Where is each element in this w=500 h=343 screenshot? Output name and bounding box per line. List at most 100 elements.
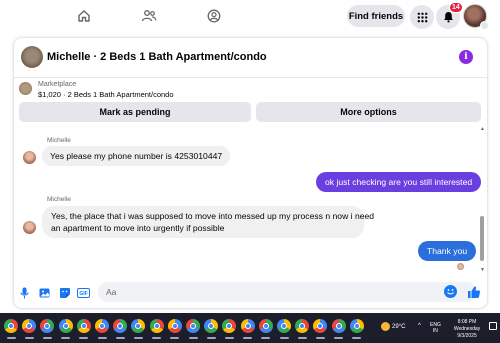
open-window-indicator (206, 337, 216, 339)
info-icon[interactable]: i (459, 50, 473, 64)
open-window-indicator (334, 337, 344, 339)
message-line: an apartment to move into urgently if po… (51, 223, 225, 233)
open-window-indicator (224, 337, 234, 339)
microphone-icon[interactable] (18, 286, 31, 299)
incoming-message: Yes, the place that i was supposed to mo… (42, 206, 374, 238)
app-icon-center (353, 323, 360, 329)
app-icon-center (208, 323, 215, 329)
weather-temperature[interactable]: 29°C (392, 324, 405, 330)
open-window-indicator (133, 337, 143, 339)
find-friends-label: Find friends (348, 10, 404, 22)
listing-detail[interactable]: $1,020 · 2 Beds 1 Bath Apartment/condo (38, 90, 174, 99)
message-composer: GIF Aa (14, 278, 487, 308)
open-window-indicator (243, 337, 253, 339)
message-input-placeholder: Aa (106, 287, 117, 297)
account-caret-icon[interactable] (480, 21, 489, 30)
taskbar-app-icon[interactable] (4, 319, 18, 333)
taskbar-app-icon[interactable] (277, 319, 291, 333)
app-icon-center (26, 323, 33, 329)
more-options-button[interactable]: More options (256, 102, 481, 122)
open-window-indicator (115, 337, 125, 339)
sender-avatar[interactable] (23, 151, 36, 164)
thumbs-up-icon[interactable] (466, 284, 481, 299)
scroll-up-icon[interactable]: ▲ (480, 126, 485, 132)
app-icon-center (135, 323, 142, 329)
taskbar-app-icon[interactable] (76, 319, 91, 333)
gif-icon[interactable]: GIF (77, 286, 90, 299)
weather-icon[interactable] (381, 322, 390, 331)
top-navigation: Find friends 14 (0, 0, 500, 32)
mark-as-pending-button[interactable]: Mark as pending (19, 102, 251, 122)
app-icon-center (62, 323, 69, 329)
taskbar-app-icon[interactable] (22, 319, 37, 333)
taskbar-app-icon[interactable] (149, 319, 164, 333)
app-icon-center (226, 323, 233, 329)
open-window-indicator (24, 337, 34, 339)
taskbar-app-icon[interactable] (113, 319, 128, 333)
app-icon-center (153, 323, 160, 329)
taskbar-app-icon[interactable] (258, 319, 273, 333)
open-window-indicator (42, 337, 52, 339)
open-window-indicator (61, 337, 71, 339)
taskbar-app-icon[interactable] (167, 319, 182, 333)
find-friends-button[interactable]: Find friends (347, 5, 405, 27)
photo-icon[interactable] (38, 286, 51, 299)
open-window-indicator (352, 337, 362, 339)
open-window-indicator (6, 337, 16, 339)
language-indicator[interactable]: ENG IN (430, 322, 441, 334)
app-icon-center (299, 323, 306, 329)
taskbar-app-icon[interactable] (240, 319, 255, 333)
emoji-icon[interactable] (444, 285, 457, 298)
system-clock[interactable]: 8:08 PM Wednesday 9/3/2025 (448, 319, 486, 340)
listing-thumbnail[interactable] (19, 82, 32, 95)
outgoing-message: ok just checking are you still intereste… (316, 172, 482, 192)
windows-taskbar: 29°C ^ ENG IN 8:08 PM Wednesday 9/3/2025 (0, 313, 500, 343)
taskbar-app-icon[interactable] (131, 319, 146, 333)
taskbar-app-icon[interactable] (95, 319, 109, 333)
app-icon-center (8, 323, 14, 329)
open-window-indicator (279, 337, 289, 339)
outgoing-message: Thank you (418, 241, 477, 261)
app-icon-center (317, 323, 324, 329)
chat-title[interactable]: Michelle · 2 Beds 1 Bath Apartment/condo (47, 51, 267, 63)
scroll-down-icon[interactable]: ▼ (480, 267, 485, 273)
taskbar-app-icon[interactable] (331, 319, 346, 333)
sticker-icon[interactable] (58, 286, 71, 299)
friends-icon[interactable] (139, 6, 159, 26)
message-scrollbar[interactable]: ▲ ▼ (479, 126, 485, 276)
taskbar-app-icon[interactable] (313, 319, 328, 333)
clock-date: 9/3/2025 (457, 333, 477, 339)
app-icon-center (244, 323, 251, 329)
chat-header: Michelle · 2 Beds 1 Bath Apartment/condo… (14, 38, 487, 78)
open-window-indicator (152, 337, 162, 339)
app-icon-center (117, 323, 124, 329)
more-options-label: More options (340, 107, 397, 117)
app-icon-center (262, 323, 269, 329)
notification-count-badge: 14 (449, 2, 463, 13)
taskbar-app-icon[interactable] (58, 319, 73, 333)
taskbar-app-icon[interactable] (40, 319, 55, 333)
taskbar-app-icon[interactable] (222, 319, 237, 333)
tray-overflow-icon[interactable]: ^ (418, 323, 421, 329)
notification-center-icon[interactable] (489, 322, 497, 330)
open-window-indicator (170, 337, 180, 339)
contact-avatar[interactable] (21, 46, 43, 68)
taskbar-app-icon[interactable] (295, 319, 310, 333)
taskbar-app-icon[interactable] (349, 319, 364, 333)
open-window-indicator (261, 337, 271, 339)
app-icon-center (281, 323, 287, 329)
taskbar-app-icon[interactable] (204, 319, 219, 333)
app-icon-center (335, 323, 342, 329)
app-icon-center (80, 323, 87, 329)
clock-time: 8:08 PM (457, 319, 477, 325)
menu-grid-button[interactable] (410, 5, 434, 29)
home-icon[interactable] (74, 6, 94, 26)
message-input[interactable]: Aa (98, 282, 477, 302)
message-sender: Michelle (47, 137, 71, 144)
scroll-thumb[interactable] (480, 216, 484, 261)
taskbar-app-icon[interactable] (186, 319, 200, 333)
profile-circle-icon[interactable] (204, 6, 224, 26)
sender-avatar[interactable] (23, 221, 36, 234)
message-sender: Michelle (47, 196, 71, 203)
app-icon-center (44, 323, 51, 329)
